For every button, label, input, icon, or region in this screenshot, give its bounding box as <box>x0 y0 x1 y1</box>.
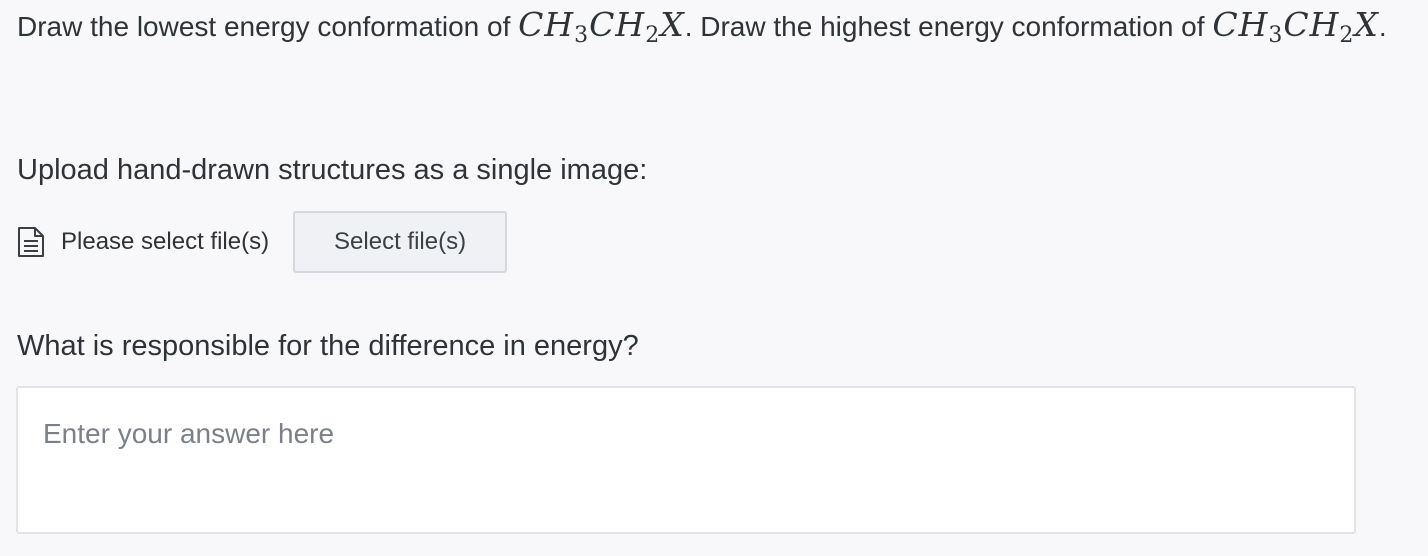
select-files-button[interactable]: Select file(s) <box>293 211 508 273</box>
formula-c: C <box>1212 5 1239 44</box>
answer-input[interactable] <box>16 386 1356 534</box>
question-part-2: . Draw the highest energy conformation o… <box>684 11 1213 42</box>
formula-ch3ch2x: CH3CH2X <box>1212 5 1379 47</box>
formula-c: C <box>589 5 616 44</box>
formula-h: H <box>615 5 646 44</box>
document-icon <box>17 226 45 258</box>
question-part-1: Draw the lowest energy conformation of <box>17 11 519 42</box>
formula-h: H <box>1238 5 1269 44</box>
formula-subscript: 2 <box>645 23 661 48</box>
question-text: Draw the lowest energy conformation of C… <box>17 2 1397 50</box>
formula-c: C <box>1283 5 1310 44</box>
question-part-3: . <box>1378 11 1387 42</box>
formula-h: H <box>1309 5 1340 44</box>
formula-subscript: 3 <box>1268 23 1284 48</box>
formula-ch3ch2x: CH3CH2X <box>518 5 685 47</box>
upload-label: Upload hand-drawn structures as a single… <box>17 154 648 186</box>
energy-question-label: What is responsible for the difference i… <box>17 330 639 362</box>
formula-c: C <box>518 5 545 44</box>
formula-subscript: 2 <box>1339 23 1355 48</box>
formula-x: X <box>660 5 685 44</box>
file-upload-row: Please select file(s) Select file(s) <box>17 210 508 274</box>
formula-h: H <box>544 5 575 44</box>
formula-x: X <box>1354 5 1379 44</box>
file-status-text: Please select file(s) <box>61 228 270 255</box>
formula-subscript: 3 <box>574 23 590 48</box>
